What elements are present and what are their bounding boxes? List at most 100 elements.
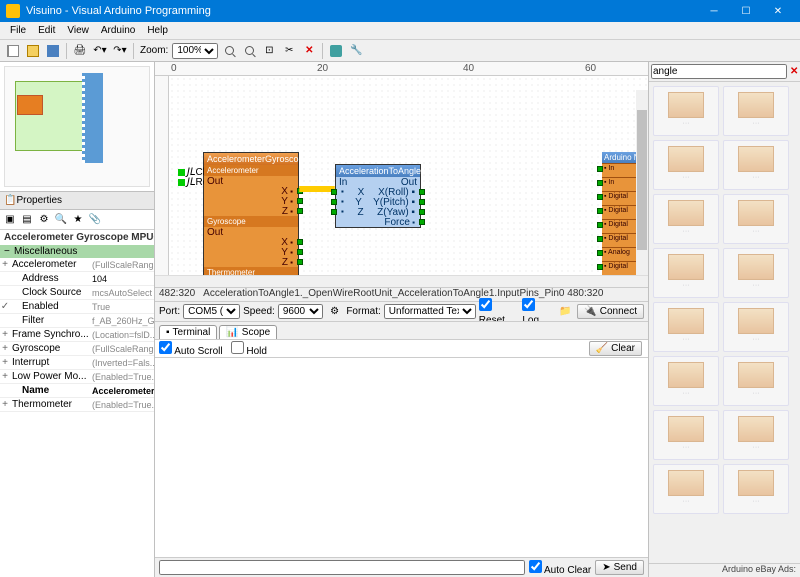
arduino-icon — [330, 45, 342, 57]
autoscroll-checkbox[interactable]: Auto Scroll — [159, 341, 223, 357]
prop-collapse-button[interactable]: ▣ — [2, 212, 18, 228]
zoomfit-button[interactable]: ⊡ — [260, 42, 278, 60]
redo-button[interactable]: ↷▾ — [111, 42, 129, 60]
component-card[interactable]: ··· — [723, 194, 789, 244]
hold-checkbox[interactable]: Hold — [231, 341, 267, 357]
component-card[interactable]: ··· — [653, 302, 719, 352]
property-row[interactable]: Filterf_AB_260Hz_G... — [0, 314, 154, 328]
palette-grid[interactable]: ········································… — [649, 82, 800, 563]
property-row[interactable]: +Gyroscope(FullScaleRang... — [0, 342, 154, 356]
menu-help[interactable]: Help — [141, 25, 174, 36]
component-card[interactable]: ··· — [653, 140, 719, 190]
menu-edit[interactable]: Edit — [32, 25, 61, 36]
format-select[interactable]: Unformatted Text — [384, 304, 476, 319]
pin-x-roll[interactable]: ▪ XX(Roll) ▪ — [336, 187, 420, 197]
palette-search-input[interactable] — [651, 64, 787, 79]
component-card[interactable]: ··· — [653, 194, 719, 244]
property-row[interactable]: Address104 — [0, 272, 154, 286]
component-card[interactable]: ··· — [723, 248, 789, 298]
maximize-button[interactable]: ☐ — [730, 0, 762, 22]
design-canvas[interactable]: AccelerometerGyroscope1 𝘑𝘓 Clock 𝘑𝘓 Rese… — [169, 76, 648, 275]
autoclear-checkbox[interactable]: Auto Clear — [529, 560, 591, 576]
node-accelerometer-gyroscope[interactable]: AccelerometerGyroscope1 𝘑𝘓 Clock 𝘑𝘓 Rese… — [203, 152, 299, 275]
component-card[interactable]: ··· — [723, 302, 789, 352]
port-label: Port: — [159, 306, 180, 317]
close-button[interactable]: ✕ — [762, 0, 794, 22]
undo-button[interactable]: ↶▾ — [91, 42, 109, 60]
menu-arduino[interactable]: Arduino — [95, 25, 141, 36]
property-row[interactable]: +Frame Synchro...(Location=fslD... — [0, 328, 154, 342]
tab-terminal[interactable]: ▪ Terminal — [159, 325, 217, 339]
prop-expand-button[interactable]: ▤ — [19, 212, 35, 228]
new-button[interactable] — [4, 42, 22, 60]
pin-gyro-x[interactable]: X ▪ — [204, 237, 298, 247]
pin-accel-x[interactable]: X ▪ — [204, 186, 298, 196]
clear-button[interactable]: 🧹 Clear — [589, 341, 642, 356]
cut-button[interactable]: ✂ — [280, 42, 298, 60]
component-card[interactable]: ··· — [653, 86, 719, 136]
property-row[interactable]: +Interrupt(Inverted=Fals... — [0, 356, 154, 370]
property-row[interactable]: Clock SourcemcsAutoSelect — [0, 286, 154, 300]
zoomin-button[interactable] — [220, 42, 238, 60]
h-scroll[interactable] — [155, 275, 648, 287]
menubar: File Edit View Arduino Help — [0, 22, 800, 40]
property-row[interactable]: ✓EnabledTrue — [0, 300, 154, 314]
component-card[interactable]: ··· — [653, 410, 719, 460]
delete-button[interactable]: ✕ — [300, 42, 318, 60]
send-input[interactable] — [159, 560, 525, 575]
speed-select[interactable]: 9600 — [278, 304, 323, 319]
prop-pin-button[interactable]: 📎 — [87, 212, 103, 228]
component-card[interactable]: ··· — [653, 356, 719, 406]
property-row[interactable]: +Thermometer(Enabled=True... — [0, 398, 154, 412]
pin-accel-out[interactable]: Out — [204, 176, 298, 186]
x-icon: ✕ — [790, 67, 798, 77]
zoom-select[interactable]: 100% — [172, 43, 218, 59]
send-button[interactable]: ➤ Send — [595, 560, 644, 575]
node-acceleration-to-angle[interactable]: AccelerationToAngle1 InOut ▪ XX(Roll) ▪ … — [335, 164, 421, 228]
component-card[interactable]: ··· — [723, 410, 789, 460]
component-card[interactable]: ··· — [723, 356, 789, 406]
menu-view[interactable]: View — [61, 25, 95, 36]
component-card[interactable]: ··· — [723, 86, 789, 136]
pin-gyro-y[interactable]: Y ▪ — [204, 247, 298, 257]
prop-star-button[interactable]: ★ — [70, 212, 86, 228]
component-card[interactable]: ··· — [653, 464, 719, 514]
property-row[interactable]: +Accelerometer(FullScaleRang... — [0, 258, 154, 272]
pin-gyro-out[interactable]: Out — [204, 227, 298, 237]
component-card[interactable]: ··· — [653, 248, 719, 298]
zoomout-button[interactable] — [240, 42, 258, 60]
prop-sort-button[interactable]: ⚙ — [36, 212, 52, 228]
port-select[interactable]: COM5 ( — [183, 304, 240, 319]
speed-config-button[interactable]: ⚙ — [326, 303, 344, 321]
center-panel: 0 20 40 60 AccelerometerGyroscope1 𝘑𝘓 Cl… — [155, 62, 648, 577]
properties-object-title: Accelerometer Gyroscope MPU6000/MPU60 — [0, 230, 154, 245]
component-card[interactable]: ··· — [723, 464, 789, 514]
property-row[interactable]: +Low Power Mo...(Enabled=True... — [0, 370, 154, 384]
open-button[interactable] — [24, 42, 42, 60]
minimize-button[interactable]: ─ — [698, 0, 730, 22]
connect-button[interactable]: 🔌 Connect — [577, 304, 644, 319]
design-preview[interactable] — [0, 62, 154, 192]
pin-accel-y[interactable]: Y ▪ — [204, 196, 298, 206]
property-category[interactable]: −Miscellaneous — [0, 245, 154, 258]
menu-file[interactable]: File — [4, 25, 32, 36]
pin-accel-z[interactable]: Z ▪ — [204, 206, 298, 216]
save-button[interactable] — [44, 42, 62, 60]
tool-button[interactable]: 🖨 — [71, 42, 89, 60]
upload-button[interactable] — [327, 42, 345, 60]
search-clear-button[interactable]: ✕ — [789, 63, 799, 81]
tab-scope[interactable]: 📊 Scope — [219, 325, 277, 339]
pin-gyro-z[interactable]: Z ▪ — [204, 257, 298, 267]
property-row[interactable]: NameAccelerometer... — [0, 384, 154, 398]
prop-filter-button[interactable]: 🔍 — [53, 212, 69, 228]
pin-y-pitch[interactable]: ▪ YY(Pitch) ▪ — [336, 197, 420, 207]
terminal-output[interactable] — [155, 357, 648, 557]
log-config-button[interactable]: 📁 — [557, 303, 575, 321]
terminal-options: Auto Scroll Hold 🧹 Clear — [155, 339, 648, 357]
window-title: Visuino - Visual Arduino Programming — [26, 5, 698, 17]
component-card[interactable]: ··· — [723, 140, 789, 190]
pin-force[interactable]: Force ▪ — [336, 217, 420, 227]
pin-z-yaw[interactable]: ▪ ZZ(Yaw) ▪ — [336, 207, 420, 217]
tool2-button[interactable]: 🔧 — [347, 42, 365, 60]
canvas-scrollbar[interactable] — [636, 90, 648, 275]
